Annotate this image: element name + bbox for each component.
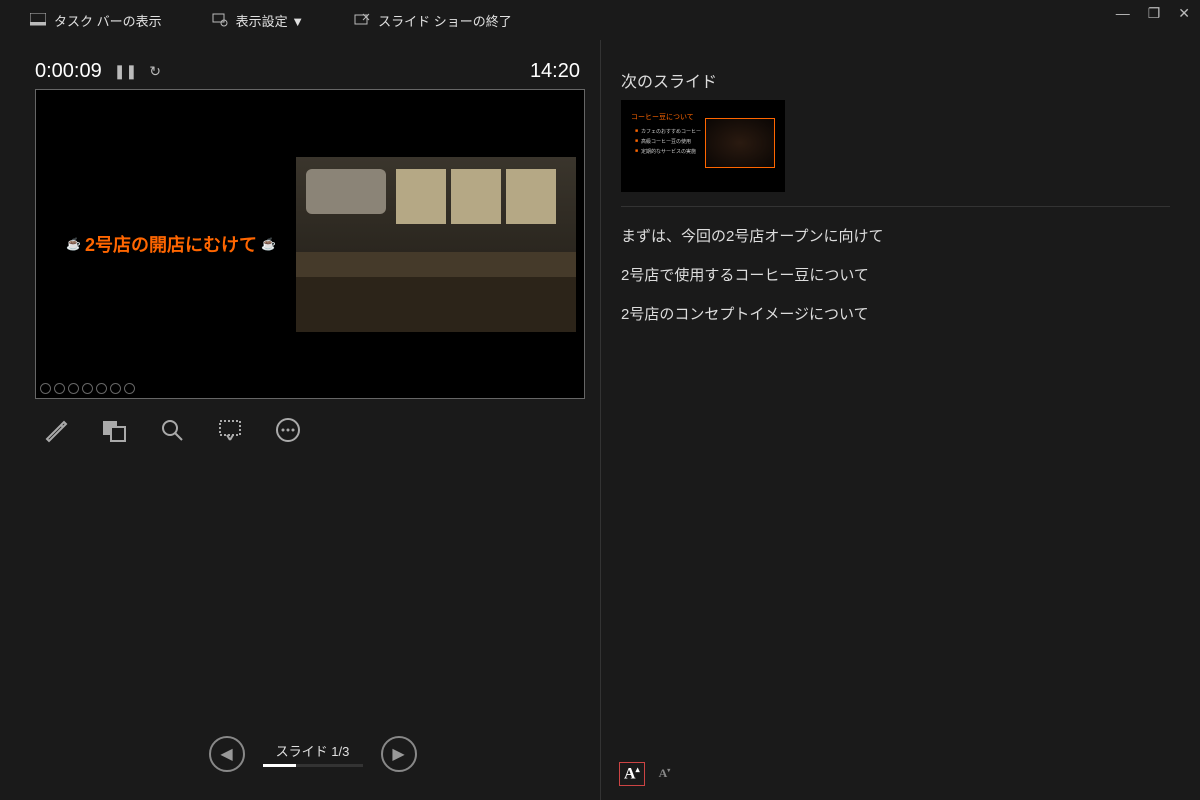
mini-next[interactable] — [54, 383, 65, 394]
zoom-tool[interactable] — [157, 415, 187, 445]
end-slideshow-button[interactable]: スライド ショーの終了 — [344, 7, 522, 34]
presenter-right-pane: 次のスライド コーヒー豆について ■カフェのおすすめコーヒー ■高級コーヒー豆の… — [600, 40, 1200, 800]
next-slide-label: 次のスライド — [621, 68, 1170, 92]
end-slideshow-label: スライド ショーの終了 — [378, 11, 512, 30]
restore-button[interactable]: ❐ — [1148, 5, 1161, 22]
slide-counter-text: スライド 1/3 — [276, 741, 350, 760]
more-options-tool[interactable] — [273, 415, 303, 445]
show-taskbar-label: タスク バーの表示 — [54, 11, 162, 30]
end-show-icon — [354, 13, 370, 27]
decrease-font-button[interactable]: A▾ — [655, 764, 675, 783]
minimize-button[interactable]: — — [1116, 5, 1130, 22]
display-settings-label: 表示設定 ▼ — [236, 11, 304, 30]
cup-icon: ☕ — [66, 237, 81, 251]
slide-mini-controls — [40, 383, 135, 394]
display-settings-icon — [212, 13, 228, 27]
taskbar-icon — [30, 13, 46, 27]
reset-timer-button[interactable]: ↻ — [149, 63, 161, 80]
mini-zoomout[interactable] — [96, 383, 107, 394]
slide-counter: スライド 1/3 — [263, 741, 363, 767]
current-slide-preview[interactable]: ☕ 2号店の開店にむけて ☕ — [35, 89, 585, 399]
speaker-note-line: 2号店のコンセプトイメージについて — [621, 303, 1170, 324]
timer-row: 0:00:09 ❚❚ ↻ 14:20 — [35, 60, 590, 83]
slide-content: ☕ 2号店の開店にむけて ☕ — [36, 90, 584, 398]
display-settings-button[interactable]: 表示設定 ▼ — [202, 7, 314, 34]
next-thumb-title: コーヒー豆について — [631, 112, 694, 122]
topbar: タスク バーの表示 表示設定 ▼ スライド ショーの終了 — ❐ ✕ — [0, 0, 1200, 40]
elapsed-time: 0:00:09 — [35, 60, 102, 83]
speaker-note-line: まずは、今回の2号店オープンに向けて — [621, 225, 1170, 246]
window-controls: — ❐ ✕ — [1116, 5, 1190, 22]
presenter-tools — [35, 415, 590, 445]
progress-bar — [263, 764, 363, 767]
previous-slide-button[interactable]: ◀ — [209, 736, 245, 772]
mini-pen[interactable] — [68, 383, 79, 394]
next-slide-thumbnail[interactable]: コーヒー豆について ■カフェのおすすめコーヒー ■高級コーヒー豆の使用 ■定期的… — [621, 100, 785, 192]
mini-zoomin[interactable] — [110, 383, 121, 394]
next-slide-button[interactable]: ▶ — [381, 736, 417, 772]
increase-font-button[interactable]: A▴ — [619, 762, 645, 786]
notes-font-controls: A▴ A▾ — [619, 762, 674, 786]
black-screen-tool[interactable] — [215, 415, 245, 445]
notes-divider — [621, 206, 1170, 207]
next-thumb-bullet: ■カフェのおすすめコーヒー — [635, 128, 701, 135]
cafe-image — [296, 157, 576, 332]
close-button[interactable]: ✕ — [1178, 5, 1190, 22]
cup-icon: ☕ — [261, 237, 276, 251]
show-taskbar-button[interactable]: タスク バーの表示 — [20, 7, 172, 34]
presenter-left-pane: 0:00:09 ❚❚ ↻ 14:20 ☕ 2号店の開店にむけて ☕ — [0, 40, 600, 800]
mini-menu[interactable] — [82, 383, 93, 394]
slide-title-text: 2号店の開店にむけて — [85, 231, 257, 257]
next-thumb-bullet: ■高級コーヒー豆の使用 — [635, 138, 691, 145]
current-time: 14:20 — [530, 60, 580, 83]
speaker-note-line: 2号店で使用するコーヒー豆について — [621, 264, 1170, 285]
mini-more[interactable] — [124, 383, 135, 394]
pen-tool[interactable] — [41, 415, 71, 445]
mini-prev[interactable] — [40, 383, 51, 394]
next-thumb-bullet: ■定期的なサービスの実施 — [635, 148, 696, 155]
pause-button[interactable]: ❚❚ — [114, 63, 137, 80]
slide-navigation: ◀ スライド 1/3 ▶ — [35, 736, 590, 790]
see-all-slides-tool[interactable] — [99, 415, 129, 445]
next-thumb-image — [705, 118, 775, 168]
slide-title: ☕ 2号店の開店にむけて ☕ — [66, 231, 276, 257]
